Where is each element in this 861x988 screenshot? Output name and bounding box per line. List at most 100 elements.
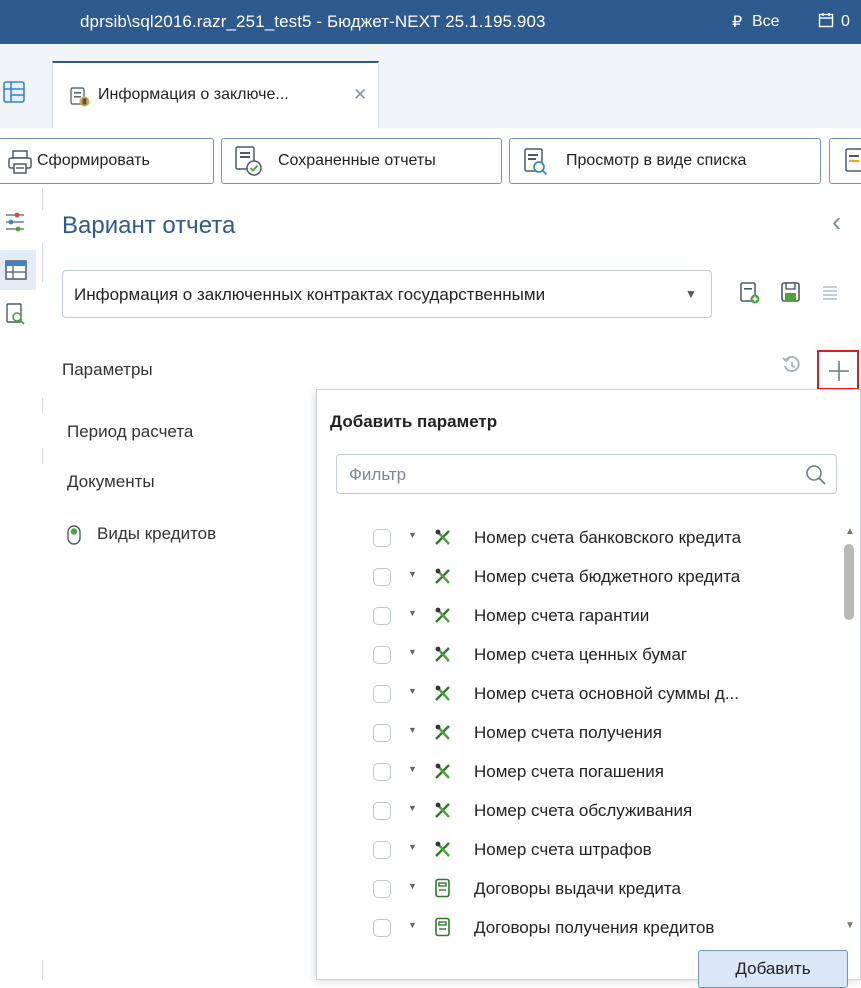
account-field-icon xyxy=(433,722,453,742)
ruble-icon[interactable]: ₽ xyxy=(732,12,742,32)
scroll-up-icon[interactable]: ▲ xyxy=(845,526,855,537)
account-field-icon xyxy=(433,683,453,703)
parameter-item-credit-types[interactable]: Виды кредитов xyxy=(97,524,216,544)
add-button[interactable]: Добавить xyxy=(698,950,848,988)
account-field-icon xyxy=(433,839,453,859)
list-item-label: Номер счета бюджетного кредита xyxy=(474,567,741,586)
list-item-label: Номер счета штрафов xyxy=(474,840,652,859)
list-item-label: Номер счета банковского кредита xyxy=(474,528,742,547)
caret-down-icon[interactable]: ▼ xyxy=(408,764,417,774)
caret-down-icon[interactable]: ▼ xyxy=(408,647,417,657)
preview-search-icon[interactable] xyxy=(4,302,30,328)
list-item[interactable]: ▼ Номер счета банковского кредита xyxy=(317,518,841,557)
list-item[interactable]: ▼ Договоры получения кредитов xyxy=(317,908,841,942)
caret-down-icon[interactable]: ▼ xyxy=(408,842,417,852)
filter-input[interactable] xyxy=(347,464,791,486)
checkbox[interactable] xyxy=(373,568,391,586)
calendar-icon[interactable] xyxy=(818,12,834,33)
settings-sliders-icon[interactable] xyxy=(4,210,30,236)
checkbox[interactable] xyxy=(373,646,391,664)
close-icon[interactable]: ✕ xyxy=(353,85,367,105)
saved-reports-button[interactable]: Сохраненные отчеты xyxy=(221,138,502,184)
document-list-icon xyxy=(433,917,453,937)
tab-report-info[interactable]: Информация о заключе... ✕ xyxy=(52,61,379,129)
checkbox[interactable] xyxy=(373,685,391,703)
divider xyxy=(42,188,43,210)
account-field-icon xyxy=(433,527,453,547)
list-item-label: Номер счета погашения xyxy=(474,762,665,781)
reset-icon[interactable] xyxy=(781,354,803,382)
filter-field[interactable] xyxy=(336,454,837,494)
date-label[interactable]: 0 xyxy=(841,13,850,31)
parameter-item-period[interactable]: Период расчета xyxy=(67,422,193,442)
list-view-label: Просмотр в виде списка xyxy=(566,152,747,169)
checkbox[interactable] xyxy=(373,841,391,859)
report-variant-select[interactable]: Информация о заключенных контрактах госу… xyxy=(62,270,712,318)
list-lines-icon[interactable] xyxy=(820,280,844,306)
table-view-icon[interactable] xyxy=(4,258,30,284)
list-item[interactable]: ▼ Номер счета погашения xyxy=(317,752,841,791)
account-field-icon xyxy=(433,761,453,781)
generate-button[interactable]: Сформировать xyxy=(0,138,214,184)
plus-icon xyxy=(829,361,849,381)
list-item[interactable]: ▼ Номер счета ценных бумаг xyxy=(317,635,841,674)
checkbox[interactable] xyxy=(373,607,391,625)
checkbox[interactable] xyxy=(373,724,391,742)
list-item[interactable]: ▼ Номер счета штрафов xyxy=(317,830,841,869)
currency-filter-label[interactable]: Все xyxy=(752,13,780,31)
scrollbar-thumb[interactable] xyxy=(844,544,854,620)
caret-down-icon[interactable]: ▼ xyxy=(408,920,417,930)
list-item-label: Номер счета получения xyxy=(474,723,662,742)
tab-label: Информация о заключе... xyxy=(98,86,289,103)
report-variant-value: Информация о заключенных контрактах госу… xyxy=(74,285,546,304)
report-tab-icon xyxy=(69,86,91,108)
saved-reports-icon xyxy=(233,145,263,182)
caret-down-icon[interactable]: ▼ xyxy=(408,569,417,579)
list-item[interactable]: ▼ Договоры выдачи кредита xyxy=(317,869,841,908)
caret-down-icon[interactable]: ▼ xyxy=(408,803,417,813)
document-search-icon xyxy=(523,147,549,182)
layout-grid-icon[interactable] xyxy=(2,80,28,106)
checkbox[interactable] xyxy=(373,802,391,820)
page-title: Вариант отчета xyxy=(62,212,236,239)
divider xyxy=(42,242,43,282)
list-item[interactable]: ▼ Номер счета гарантии xyxy=(317,596,841,635)
divider xyxy=(42,398,43,414)
chevron-left-icon[interactable]: ‹ xyxy=(832,206,841,238)
checkbox[interactable] xyxy=(373,919,391,937)
caret-down-icon[interactable]: ▼ xyxy=(408,725,417,735)
checkbox[interactable] xyxy=(373,880,391,898)
print-icon xyxy=(7,149,33,180)
account-field-icon xyxy=(433,800,453,820)
caret-down-icon[interactable]: ▼ xyxy=(408,686,417,696)
list-item-label: Номер счета ценных бумаг xyxy=(474,645,688,664)
divider xyxy=(42,960,43,980)
list-item[interactable]: ▼ Номер счета обслуживания xyxy=(317,791,841,830)
add-parameter-button[interactable] xyxy=(817,350,859,390)
radio-toggle-icon[interactable] xyxy=(67,525,81,545)
chevron-down-icon[interactable]: ▼ xyxy=(685,287,697,301)
scroll-down-icon[interactable]: ▼ xyxy=(845,920,855,931)
caret-down-icon[interactable]: ▼ xyxy=(408,530,417,540)
report-icon xyxy=(844,147,861,180)
list-item[interactable]: ▼ Номер счета бюджетного кредита xyxy=(317,557,841,596)
checkbox[interactable] xyxy=(373,529,391,547)
list-view-button[interactable]: Просмотр в виде списка xyxy=(509,138,821,184)
new-variant-icon[interactable] xyxy=(738,280,762,306)
search-icon[interactable] xyxy=(805,464,827,491)
caret-down-icon[interactable]: ▼ xyxy=(408,608,417,618)
account-field-icon xyxy=(433,605,453,625)
save-icon[interactable] xyxy=(780,280,804,306)
list-item[interactable]: ▼ Номер счета основной суммы д... xyxy=(317,674,841,713)
caret-down-icon[interactable]: ▼ xyxy=(408,881,417,891)
parameter-options-list: ▼ Номер счета банковского кредита ▼ Номе… xyxy=(317,518,841,942)
generate-label: Сформировать xyxy=(37,152,150,169)
divider xyxy=(42,448,43,464)
list-item-label: Номер счета обслуживания xyxy=(474,801,693,820)
popup-title: Добавить параметр xyxy=(330,412,498,431)
parameter-item-documents[interactable]: Документы xyxy=(67,472,155,492)
list-item[interactable]: ▼ Номер счета получения xyxy=(317,713,841,752)
more-toolbar-button[interactable] xyxy=(829,138,861,184)
checkbox[interactable] xyxy=(373,763,391,781)
list-item-label: Номер счета гарантии xyxy=(474,606,650,625)
